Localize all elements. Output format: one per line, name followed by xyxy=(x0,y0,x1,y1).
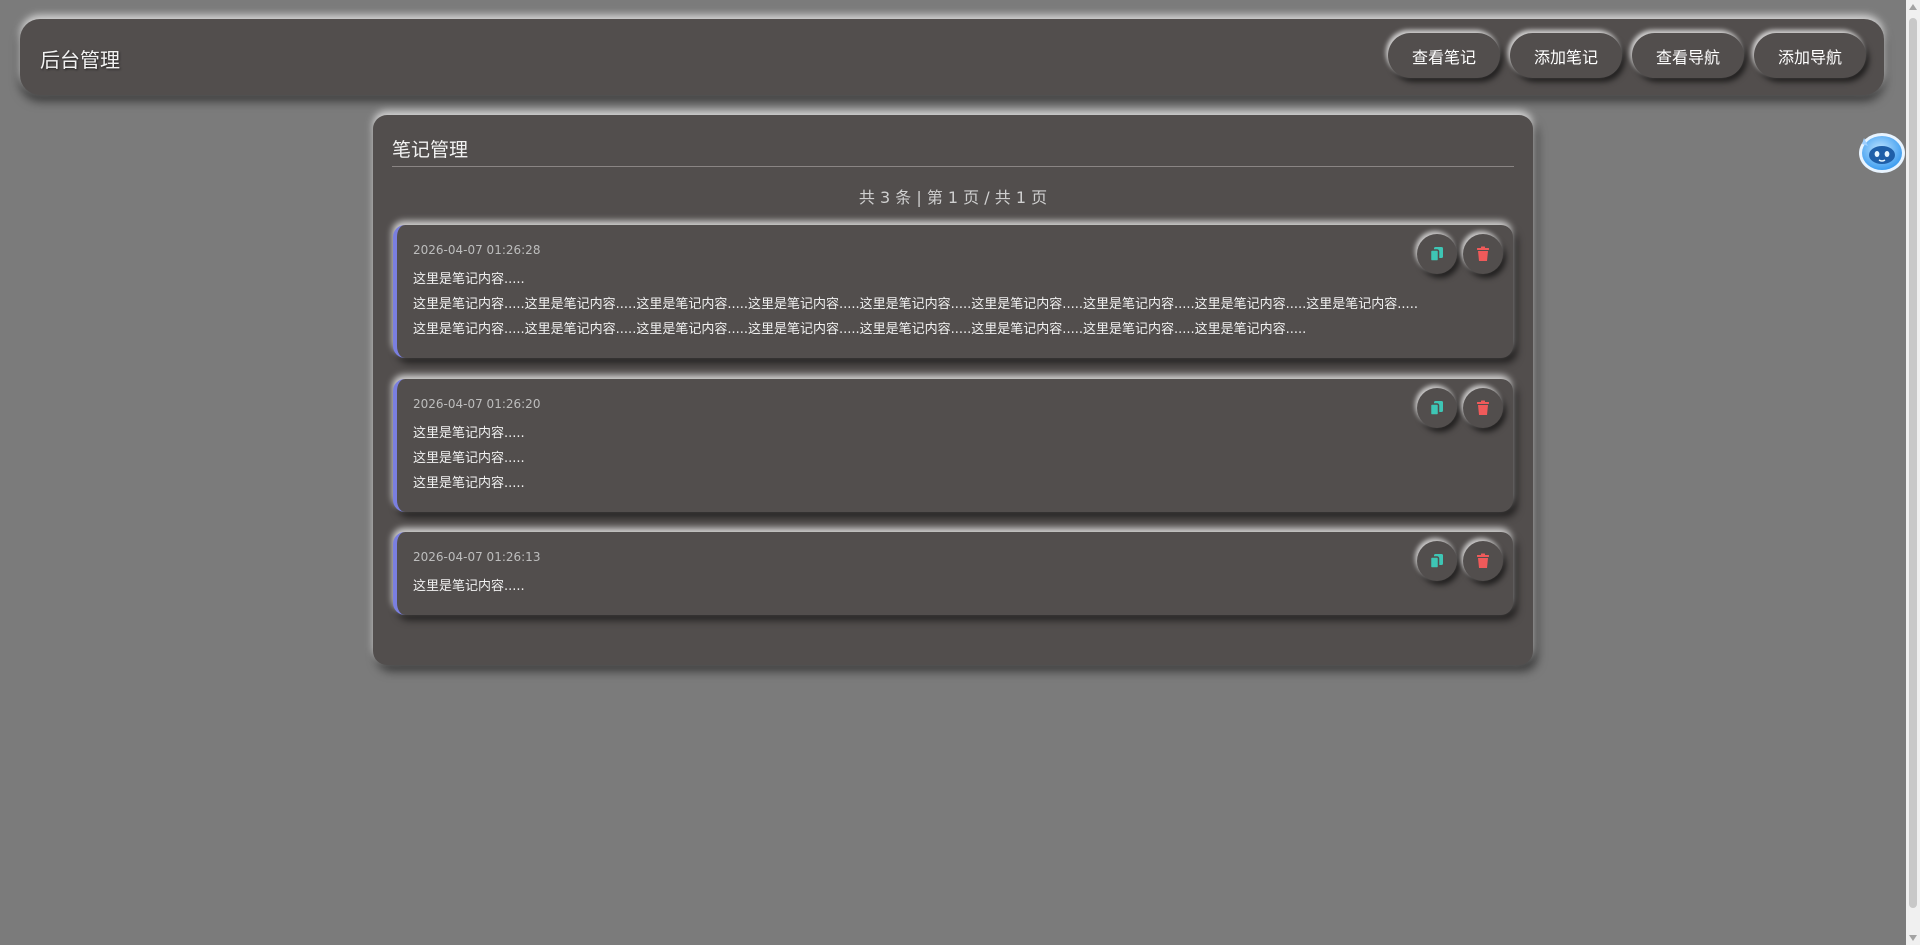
view-nav-button[interactable]: 查看导航 xyxy=(1632,33,1744,78)
trash-icon xyxy=(1477,553,1489,568)
scroll-up-icon[interactable] xyxy=(1909,4,1917,10)
page-scrollbar[interactable] xyxy=(1906,0,1920,945)
note-card: 2026-04-07 01:26:13 这里是笔记内容..... xyxy=(393,532,1513,615)
note-actions xyxy=(1417,541,1503,581)
scroll-down-icon[interactable] xyxy=(1909,935,1917,941)
note-content-line: 这里是笔记内容..... xyxy=(413,272,525,287)
view-notes-button[interactable]: 查看笔记 xyxy=(1388,33,1500,78)
robot-mascot-icon[interactable] xyxy=(1858,128,1906,174)
note-timestamp: 2026-04-07 01:26:20 xyxy=(413,397,541,411)
pagination-info: 共 3 条 | 第 1 页 / 共 1 页 xyxy=(858,188,1048,207)
add-nav-button[interactable]: 添加导航 xyxy=(1754,33,1866,78)
note-content-line: 这里是笔记内容..... xyxy=(413,426,525,441)
header-bar: 后台管理 查看笔记 添加笔记 查看导航 添加导航 xyxy=(20,19,1884,95)
copy-icon xyxy=(1429,554,1443,569)
delete-button[interactable] xyxy=(1463,234,1503,274)
note-content-line: 这里是笔记内容..... xyxy=(413,579,525,594)
note-content-line: 这里是笔记内容.....这里是笔记内容.....这里是笔记内容.....这里是笔… xyxy=(413,297,1418,337)
copy-icon xyxy=(1429,401,1443,416)
note-card: 2026-04-07 01:26:20 这里是笔记内容..... 这里是笔记内容… xyxy=(393,379,1513,512)
panel-title: 笔记管理 xyxy=(392,139,469,161)
copy-icon xyxy=(1429,247,1443,262)
trash-icon xyxy=(1477,246,1489,261)
notes-panel: 笔记管理 共 3 条 | 第 1 页 / 共 1 页 2026-04-07 01… xyxy=(373,115,1533,665)
note-actions xyxy=(1417,388,1503,428)
copy-button[interactable] xyxy=(1417,388,1457,428)
note-actions xyxy=(1417,234,1503,274)
note-content-line: 这里是笔记内容..... xyxy=(413,476,525,491)
add-note-button[interactable]: 添加笔记 xyxy=(1510,33,1622,78)
note-timestamp: 2026-04-07 01:26:13 xyxy=(413,550,541,564)
top-nav: 查看笔记 添加笔记 查看导航 添加导航 xyxy=(1388,33,1866,78)
note-timestamp: 2026-04-07 01:26:28 xyxy=(413,243,541,257)
divider xyxy=(392,166,1514,167)
copy-button[interactable] xyxy=(1417,234,1457,274)
delete-button[interactable] xyxy=(1463,541,1503,581)
note-card: 2026-04-07 01:26:28 这里是笔记内容..... 这里是笔记内容… xyxy=(393,225,1513,358)
note-content-line: 这里是笔记内容..... xyxy=(413,451,525,466)
trash-icon xyxy=(1477,400,1489,415)
copy-button[interactable] xyxy=(1417,541,1457,581)
scroll-thumb[interactable] xyxy=(1909,18,1917,908)
delete-button[interactable] xyxy=(1463,388,1503,428)
page: 后台管理 查看笔记 添加笔记 查看导航 添加导航 笔记管理 共 3 条 | 第 … xyxy=(0,0,1920,945)
site-title: 后台管理 xyxy=(40,48,120,72)
